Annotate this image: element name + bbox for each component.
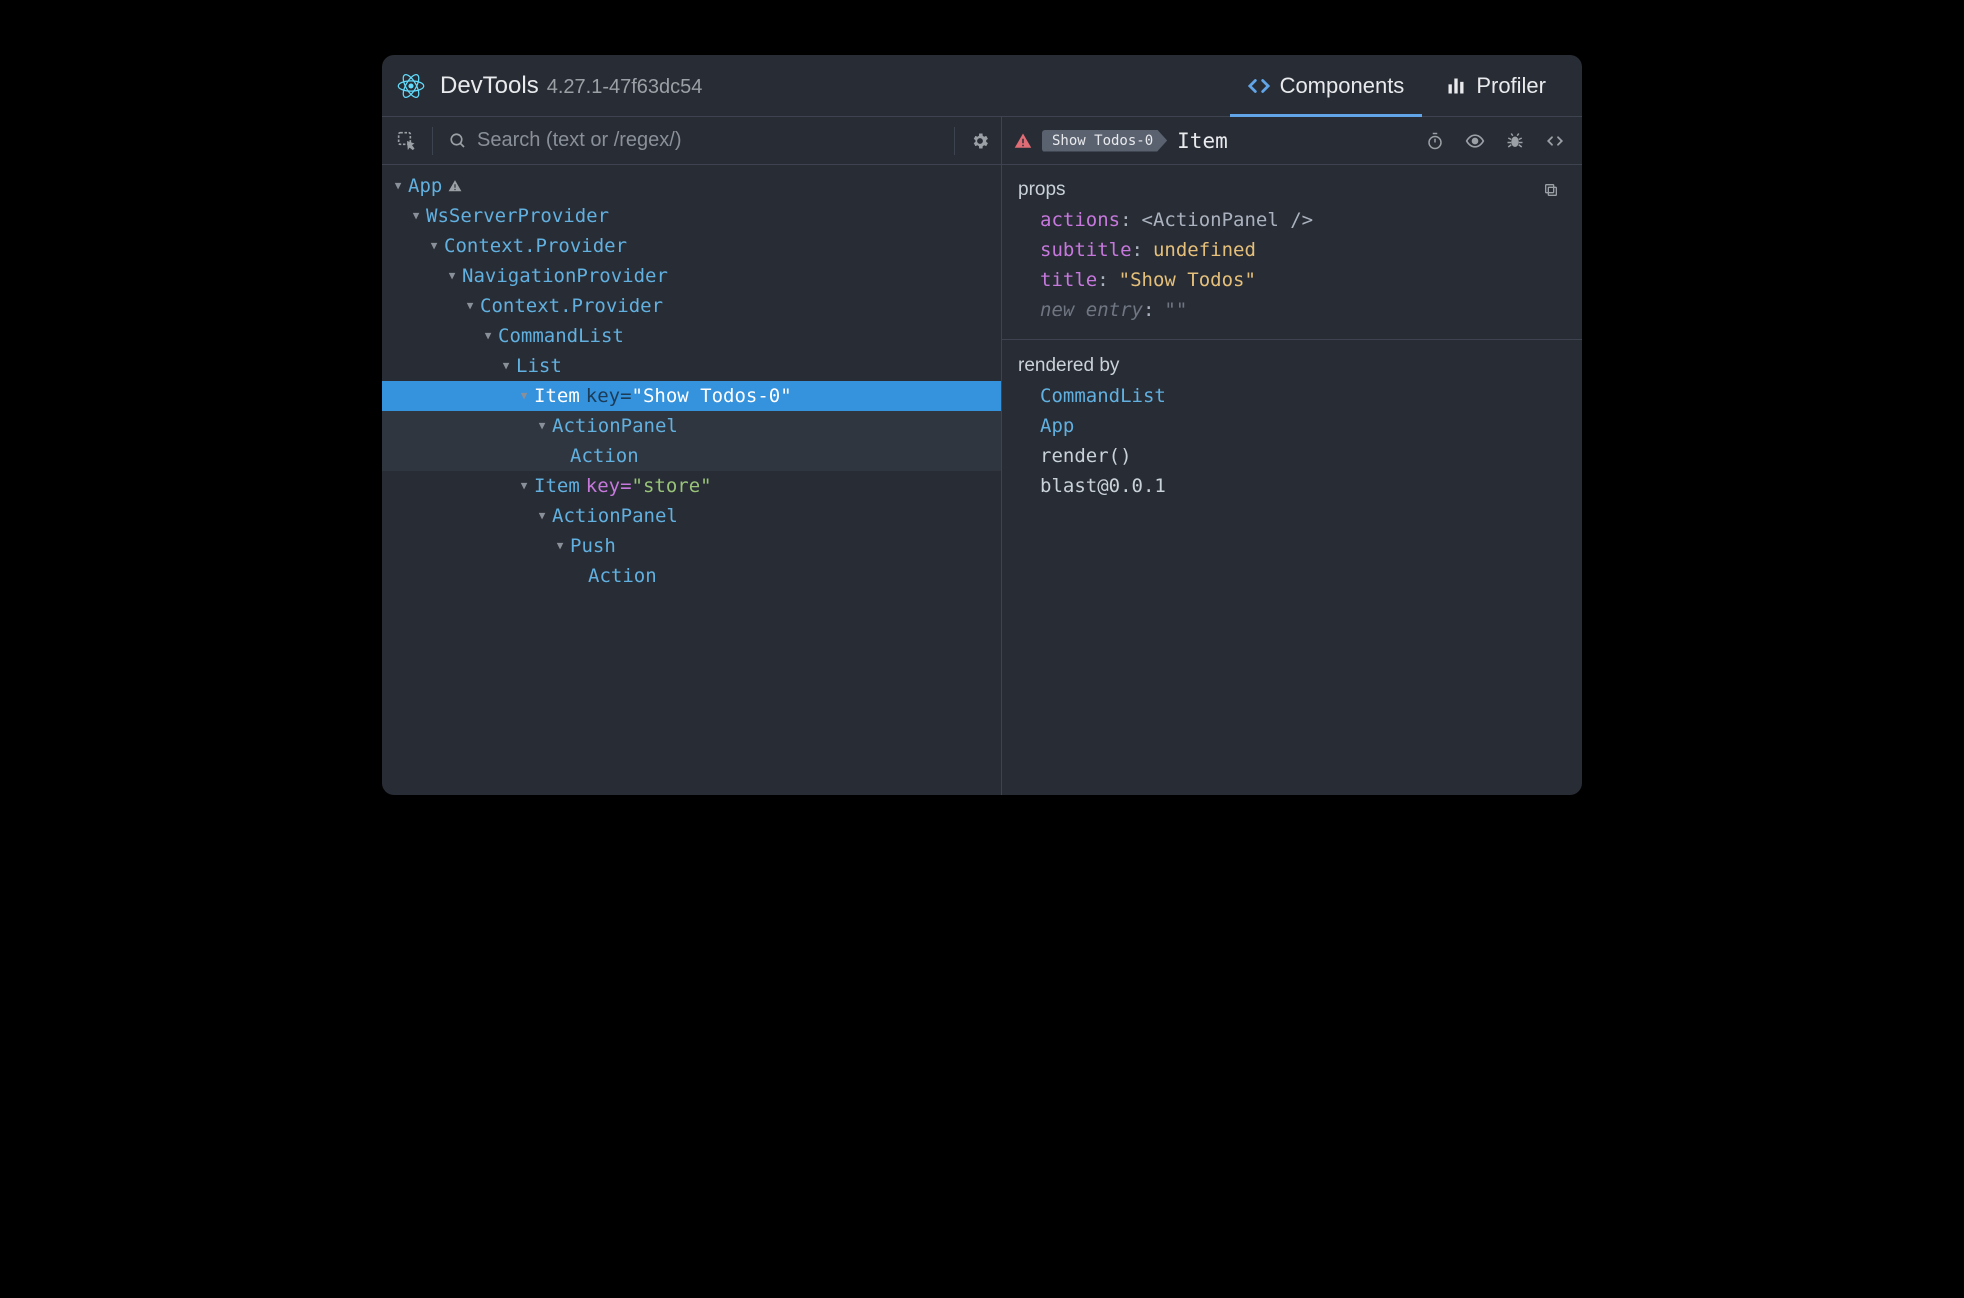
toolbar-separator <box>432 127 433 155</box>
tree-row[interactable]: ▼Context.Provider <box>382 291 1001 321</box>
react-logo-icon <box>396 71 426 101</box>
tab-components[interactable]: Components <box>1230 55 1423 116</box>
app-version: 4.27.1-47f63dc54 <box>547 76 703 99</box>
rendered-by-link[interactable]: CommandList <box>1018 381 1566 411</box>
component-name: ActionPanel <box>552 411 678 441</box>
header: DevTools 4.27.1-47f63dc54 Components Pro… <box>382 55 1582 117</box>
component-name: Context.Provider <box>444 231 627 261</box>
component-name: ActionPanel <box>552 501 678 531</box>
caret-icon[interactable]: ▼ <box>536 501 548 531</box>
app-title: DevTools <box>440 72 539 100</box>
warning-icon <box>448 179 462 193</box>
prop-row[interactable]: actions: <ActionPanel /> <box>1018 205 1566 235</box>
component-name: CommandList <box>498 321 624 351</box>
tree-row[interactable]: ▼ActionPanel <box>382 411 1001 441</box>
caret-icon[interactable]: ▼ <box>554 531 566 561</box>
caret-icon[interactable]: ▼ <box>536 411 548 441</box>
warning-icon <box>1014 132 1032 150</box>
section-title: props <box>1018 175 1066 205</box>
search-input[interactable] <box>477 129 944 152</box>
component-name: Item <box>534 471 580 501</box>
selection-header: Show Todos-0 Item <box>1002 117 1582 165</box>
tree-row[interactable]: ▼List <box>382 351 1001 381</box>
tree-row[interactable]: ▼App <box>382 171 1001 201</box>
tree-row[interactable]: ▼ActionPanel <box>382 501 1001 531</box>
key-attr: key="Show Todos-0" <box>586 381 792 411</box>
section-title: rendered by <box>1018 355 1119 376</box>
search-wrap <box>443 129 944 152</box>
caret-icon[interactable]: ▼ <box>446 261 458 291</box>
component-name: Push <box>570 531 616 561</box>
tree-row[interactable]: Action <box>382 441 1001 471</box>
components-icon <box>1248 75 1270 97</box>
component-name: Action <box>570 441 639 471</box>
eye-icon[interactable] <box>1460 126 1490 156</box>
tree-row[interactable]: ▼Itemkey="Show Todos-0" <box>382 381 1001 411</box>
prop-row[interactable]: subtitle: undefined <box>1018 235 1566 265</box>
component-name: Action <box>588 561 657 591</box>
prop-new-entry[interactable]: new entry: "" <box>1018 295 1566 325</box>
rendered-by-item: blast@0.0.1 <box>1018 471 1566 501</box>
breadcrumb-current: Item <box>1177 129 1228 153</box>
tab-label: Components <box>1280 73 1405 99</box>
props-section: props actions: <ActionPanel /> subtitle:… <box>1002 165 1582 340</box>
rendered-by-item: render() <box>1018 441 1566 471</box>
rendered-by-section: rendered by CommandList App render() bla… <box>1002 340 1582 515</box>
component-name: App <box>408 171 442 201</box>
copy-icon[interactable] <box>1536 175 1566 205</box>
stopwatch-icon[interactable] <box>1420 126 1450 156</box>
tree-row[interactable]: ▼NavigationProvider <box>382 261 1001 291</box>
component-name: WsServerProvider <box>426 201 609 231</box>
profiler-icon <box>1446 76 1466 96</box>
tree-row[interactable]: ▼Push <box>382 531 1001 561</box>
bug-icon[interactable] <box>1500 126 1530 156</box>
caret-icon[interactable]: ▼ <box>518 471 530 501</box>
devtools-window: DevTools 4.27.1-47f63dc54 Components Pro… <box>382 55 1582 795</box>
inspect-element-icon[interactable] <box>392 126 422 156</box>
caret-icon[interactable]: ▼ <box>410 201 422 231</box>
caret-icon[interactable]: ▼ <box>428 231 440 261</box>
gear-icon[interactable] <box>965 126 995 156</box>
component-name: NavigationProvider <box>462 261 668 291</box>
prop-row[interactable]: title: "Show Todos" <box>1018 265 1566 295</box>
left-toolbar <box>382 117 1001 165</box>
header-tabs: Components Profiler <box>1230 55 1564 116</box>
component-name: Context.Provider <box>480 291 663 321</box>
component-name: Item <box>534 381 580 411</box>
tree-row[interactable]: Action <box>382 561 1001 591</box>
title-area: DevTools 4.27.1-47f63dc54 <box>440 72 1216 100</box>
component-tree[interactable]: ▼App▼WsServerProvider▼Context.Provider▼N… <box>382 165 1001 795</box>
caret-icon[interactable]: ▼ <box>518 381 530 411</box>
breadcrumb-pill[interactable]: Show Todos-0 <box>1042 130 1167 152</box>
tree-row[interactable]: ▼Context.Provider <box>382 231 1001 261</box>
caret-icon[interactable]: ▼ <box>482 321 494 351</box>
caret-icon[interactable]: ▼ <box>500 351 512 381</box>
code-brackets-icon[interactable] <box>1540 126 1570 156</box>
component-name: List <box>516 351 562 381</box>
caret-icon[interactable]: ▼ <box>464 291 476 321</box>
tree-row[interactable]: ▼WsServerProvider <box>382 201 1001 231</box>
search-icon <box>447 130 469 152</box>
tab-profiler[interactable]: Profiler <box>1428 55 1564 116</box>
tab-label: Profiler <box>1476 73 1546 99</box>
rendered-by-link[interactable]: App <box>1018 411 1566 441</box>
tree-row[interactable]: ▼CommandList <box>382 321 1001 351</box>
key-attr: key="store" <box>586 471 712 501</box>
tree-row[interactable]: ▼Itemkey="store" <box>382 471 1001 501</box>
caret-icon[interactable]: ▼ <box>392 171 404 201</box>
toolbar-separator <box>954 127 955 155</box>
